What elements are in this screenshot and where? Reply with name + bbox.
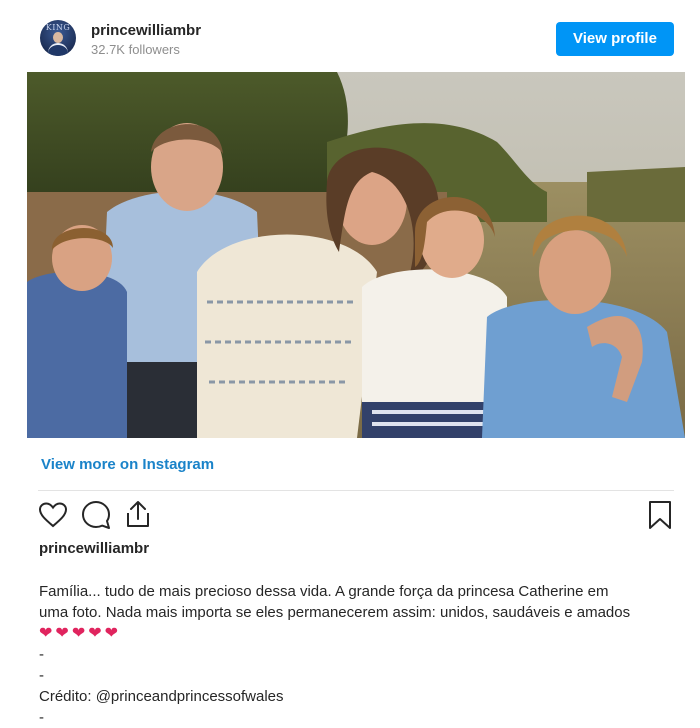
profile-username[interactable]: princewilliambr (91, 22, 201, 39)
profile-avatar[interactable]: KING (40, 20, 76, 56)
credit-line: Crédito: @princeandprincessofwales (39, 686, 679, 707)
avatar-figure-head (53, 32, 63, 43)
follower-count: 32.7K followers (91, 42, 180, 57)
credit-prefix: Crédito: (39, 688, 96, 705)
share-icon[interactable] (122, 499, 154, 534)
divider (38, 490, 674, 491)
post-username[interactable]: princewilliambr (39, 540, 149, 557)
credit-handle-link[interactable]: @princeandprincessofwales (96, 688, 284, 705)
caption-line: Família... tudo de mais precioso dessa v… (39, 583, 609, 600)
heart-icon[interactable] (38, 501, 68, 534)
caption-line: uma foto. Nada mais importa se eles perm… (39, 604, 631, 621)
caption-dash: - (39, 667, 44, 684)
post-header: KING princewilliambr 32.7K followers Vie… (0, 0, 700, 72)
view-profile-button[interactable]: View profile (556, 22, 674, 56)
avatar-text: KING (45, 23, 71, 32)
caption-dash: - (39, 709, 44, 726)
post-photo[interactable] (27, 72, 685, 438)
bookmark-icon[interactable] (647, 500, 673, 535)
view-more-on-instagram-link[interactable]: View more on Instagram (41, 456, 214, 473)
post-caption: Família... tudo de mais precioso dessa v… (39, 581, 679, 728)
comment-icon[interactable] (80, 500, 112, 535)
hearts-emoji: ❤❤❤❤❤ (39, 625, 122, 642)
caption-dash: - (39, 646, 44, 663)
avatar-figure-body (48, 43, 68, 56)
